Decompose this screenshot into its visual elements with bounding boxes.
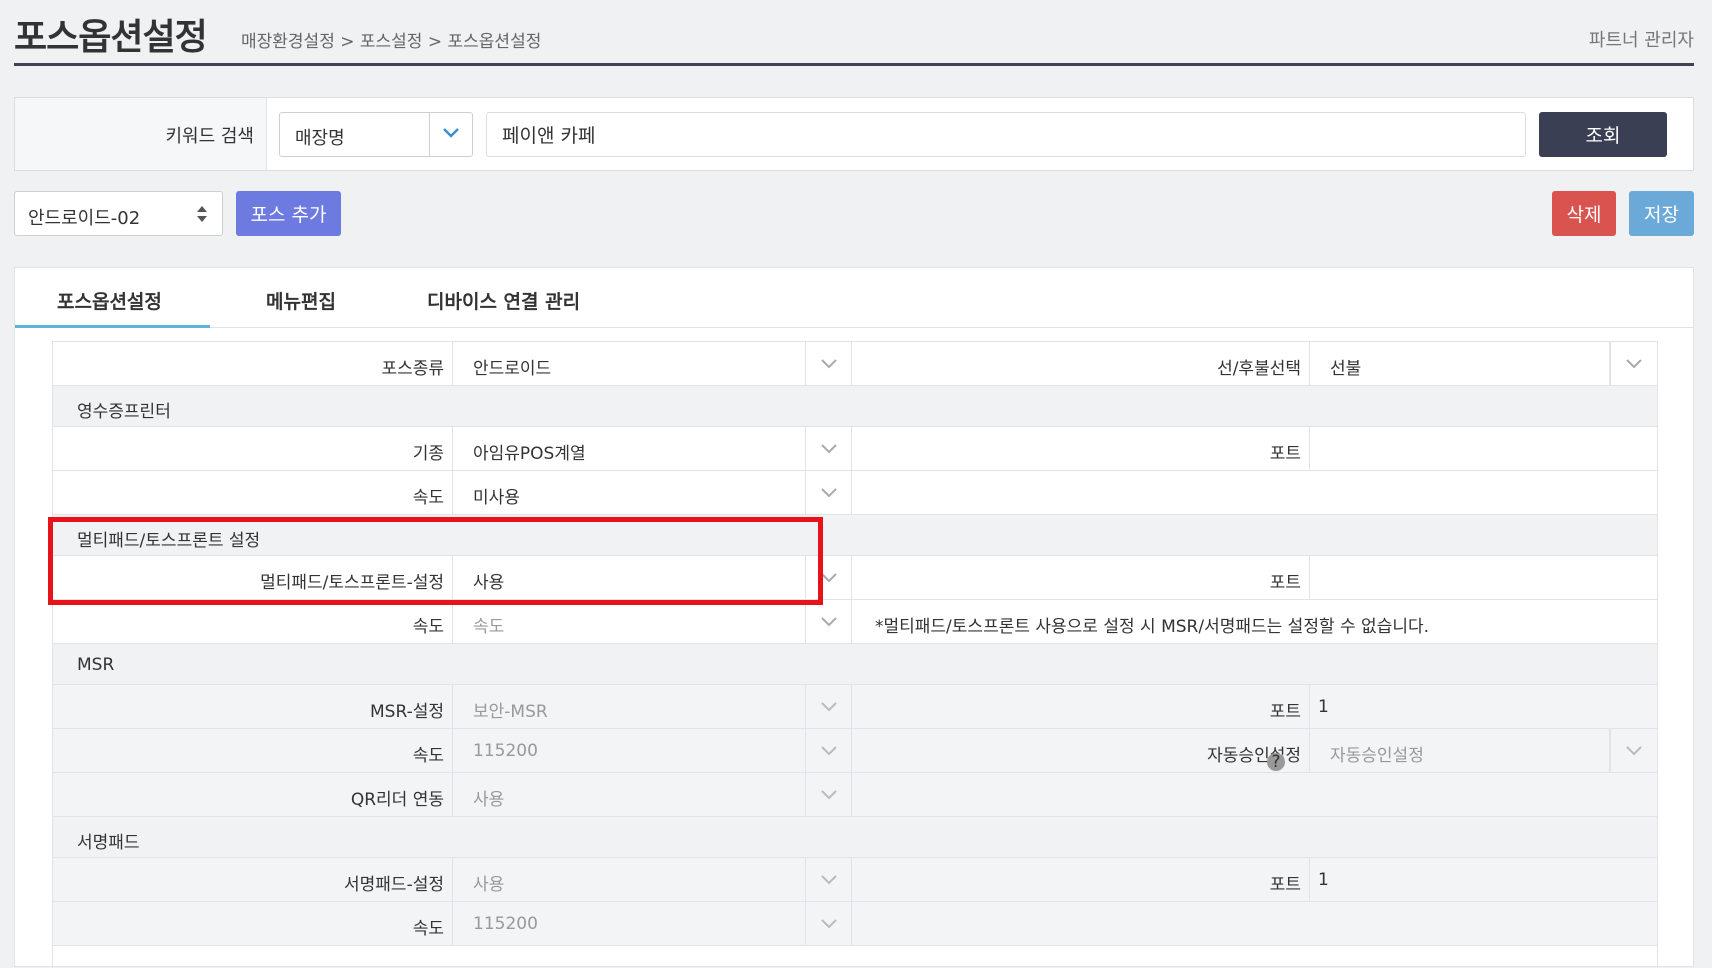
settings-table: 포스종류 안드로이드 선/후불선택 선불 영수증프린터 기종 아임유POS계열 … — [52, 341, 1658, 968]
tab-bar: 포스옵션설정 메뉴편집 디바이스 연결 관리 — [15, 268, 1693, 328]
sign-speed-label: 속도 — [412, 919, 444, 939]
table-row: MSR-설정 보안-MSR 포트 1 — [53, 685, 1657, 729]
chevron-down-icon[interactable] — [806, 729, 852, 772]
chevron-down-icon[interactable] — [1610, 342, 1657, 385]
msr-port-field[interactable]: 1 — [1310, 685, 1657, 728]
receipt-speed-select[interactable]: 미사용 — [453, 471, 806, 514]
save-button[interactable]: 저장 — [1629, 191, 1694, 236]
chevron-down-icon[interactable] — [806, 858, 852, 901]
chevron-down-icon[interactable] — [806, 773, 852, 816]
multipad-port-field[interactable] — [1310, 556, 1657, 599]
section-receipt-printer: 영수증프린터 — [53, 386, 1657, 427]
settings-panel: 포스옵션설정 메뉴편집 디바이스 연결 관리 포스종류 안드로이드 선/후불선택… — [14, 267, 1694, 968]
table-row: 서명패드-설정 사용 포트 1 — [53, 858, 1657, 902]
table-row: 속도 115200 ? 자동승인설정 자동승인설정 — [53, 729, 1657, 773]
delete-button[interactable]: 삭제 — [1552, 191, 1616, 236]
receipt-model-select[interactable]: 아임유POS계열 — [453, 427, 806, 470]
chevron-down-icon[interactable] — [806, 556, 852, 599]
tab-menu-edit[interactable]: 메뉴편집 — [210, 268, 370, 328]
multipad-setting-select[interactable]: 사용 — [453, 556, 806, 599]
receipt-port-label: 포트 — [1269, 444, 1301, 464]
auto-approval-label: 자동승인설정 — [1207, 746, 1301, 766]
pos-select[interactable]: 안드로이드-02 — [14, 191, 223, 236]
sort-updown-icon — [197, 206, 207, 222]
search-label-cell: 키워드 검색 — [15, 98, 267, 170]
qr-link-label: QR리더 연동 — [350, 790, 444, 810]
table-row: 속도 미사용 — [53, 471, 1657, 515]
multipad-port-label: 포트 — [1269, 573, 1301, 593]
chevron-down-icon[interactable] — [806, 471, 852, 514]
msr-port-label: 포트 — [1269, 702, 1301, 722]
section-multipad: 멀티패드/토스프론트 설정 — [53, 515, 1657, 556]
search-field-value: 매장명 — [295, 128, 345, 149]
search-input[interactable] — [486, 112, 1526, 157]
add-pos-button[interactable]: 포스 추가 — [236, 191, 341, 236]
pos-type-label: 포스종류 — [381, 359, 444, 379]
receipt-port-field[interactable] — [1310, 427, 1657, 470]
msr-speed-select[interactable]: 115200 — [453, 729, 806, 772]
chevron-down-icon[interactable] — [806, 342, 852, 385]
multipad-speed-select[interactable]: 속도 — [453, 600, 806, 643]
page-title: 포스옵션설정 — [14, 17, 208, 58]
chevron-down-icon[interactable] — [806, 427, 852, 470]
multipad-setting-label: 멀티패드/토스프론트-설정 — [260, 573, 444, 593]
payment-type-label: 선/후불선택 — [1217, 359, 1301, 379]
page-header: 포스옵션설정 매장환경설정 > 포스설정 > 포스옵션설정 파트너 관리자 — [14, 0, 1694, 66]
table-row: QR리더 연동 사용 — [53, 773, 1657, 817]
sign-port-field[interactable]: 1 — [1310, 858, 1657, 901]
search-field-select[interactable]: 매장명 — [279, 112, 473, 157]
sign-setting-label: 서명패드-설정 — [344, 875, 444, 895]
sign-port-label: 포트 — [1269, 875, 1301, 895]
chevron-down-icon[interactable] — [806, 600, 852, 643]
msr-setting-select[interactable]: 보안-MSR — [453, 685, 806, 728]
msr-setting-label: MSR-설정 — [370, 702, 444, 722]
breadcrumb: 매장환경설정 > 포스설정 > 포스옵션설정 — [241, 32, 542, 52]
chevron-down-icon[interactable] — [806, 685, 852, 728]
table-row: 기종 아임유POS계열 포트 — [53, 427, 1657, 471]
chevron-down-icon[interactable] — [1610, 729, 1657, 772]
msr-speed-label: 속도 — [412, 746, 444, 766]
search-label: 키워드 검색 — [165, 126, 254, 147]
multipad-note: *멀티패드/토스프론트 사용으로 설정 시 MSR/서명패드는 설정할 수 없습… — [875, 617, 1430, 637]
auto-approval-select[interactable]: 자동승인설정 — [1310, 729, 1610, 772]
section-msr: MSR — [53, 644, 1657, 685]
table-row: 속도 115200 — [53, 902, 1657, 946]
pos-type-select[interactable]: 안드로이드 — [453, 342, 806, 385]
sign-speed-select[interactable]: 115200 — [453, 902, 806, 945]
multipad-speed-label: 속도 — [412, 617, 444, 637]
chevron-down-icon[interactable] — [806, 902, 852, 945]
section-sign-pad: 서명패드 — [53, 817, 1657, 858]
help-icon[interactable]: ? — [1267, 753, 1285, 771]
chevron-down-icon[interactable] — [429, 113, 472, 156]
table-row: 포스종류 안드로이드 선/후불선택 선불 — [53, 342, 1657, 386]
receipt-model-label: 기종 — [412, 444, 444, 464]
pos-select-value: 안드로이드-02 — [28, 208, 141, 229]
tab-pos-options[interactable]: 포스옵션설정 — [15, 268, 210, 328]
tab-device-connection[interactable]: 디바이스 연결 관리 — [385, 268, 585, 328]
table-row: 속도 속도 *멀티패드/토스프론트 사용으로 설정 시 MSR/서명패드는 설정… — [53, 600, 1657, 644]
table-row: 멀티패드/토스프론트-설정 사용 포트 — [53, 556, 1657, 600]
qr-link-select[interactable]: 사용 — [453, 773, 806, 816]
user-name[interactable]: 파트너 관리자 — [1589, 26, 1694, 52]
payment-type-select[interactable]: 선불 — [1310, 342, 1610, 385]
search-panel: 키워드 검색 매장명 조회 — [14, 97, 1694, 171]
search-button[interactable]: 조회 — [1539, 112, 1667, 157]
sign-setting-select[interactable]: 사용 — [453, 858, 806, 901]
receipt-speed-label: 속도 — [412, 488, 444, 508]
